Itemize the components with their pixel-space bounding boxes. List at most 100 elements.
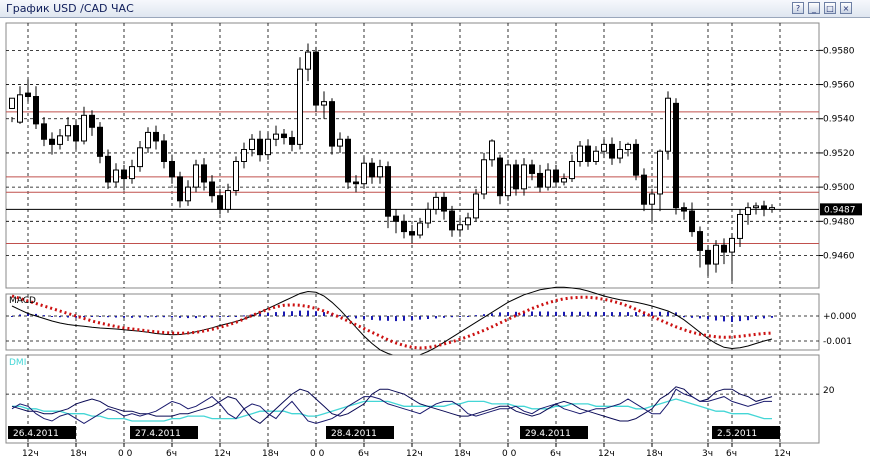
candle	[329, 98, 335, 155]
macd-bar	[363, 316, 365, 320]
macd-bar	[323, 312, 325, 316]
macd-bar	[67, 316, 69, 318]
macd-bar	[19, 314, 21, 316]
hour-tick-label: 12ч	[22, 449, 39, 459]
candle-body	[113, 169, 119, 183]
macd-bar	[771, 316, 773, 318]
candle-body	[689, 210, 695, 233]
date-label-text: 26.4.2011	[13, 429, 59, 439]
candle-body	[17, 94, 23, 123]
date-label: 2.5.2011	[712, 426, 780, 439]
window-title: График USD /CAD ЧАС	[6, 2, 134, 15]
macd-bar	[603, 312, 605, 316]
candle	[473, 188, 479, 222]
candle-body	[281, 133, 287, 139]
candle-body	[193, 164, 199, 188]
date-label-text: 29.4.2011	[525, 429, 571, 439]
hour-tick-label: 0 0	[502, 449, 517, 459]
macd-bar	[195, 316, 197, 319]
price-panel: 0.9580 0.9560 0.9540 0.9520 0.9500 0.9480 0.94…	[5, 22, 862, 289]
dmi-label: DMI	[9, 358, 26, 368]
candle-body	[609, 143, 615, 159]
price-tick-label: 0.9580	[823, 46, 855, 56]
candle-body	[257, 138, 263, 156]
candle-body	[585, 145, 591, 162]
candle-body	[353, 181, 359, 185]
candle-body	[209, 181, 215, 197]
price-axis: 0.9580 0.9560 0.9540 0.9520 0.9500 0.9480 0.94…	[819, 46, 855, 262]
price-tick-label: 0.9520	[823, 149, 855, 159]
candle-body	[297, 68, 303, 145]
macd-bar	[619, 312, 621, 316]
macd-bar	[651, 311, 653, 316]
candle	[313, 46, 319, 112]
macd-bar	[51, 316, 53, 317]
macd-bar	[211, 316, 213, 318]
candle	[345, 135, 351, 189]
candle-body	[401, 220, 407, 233]
macd-bar	[483, 314, 485, 316]
macd-bar	[411, 316, 413, 321]
candle-body	[153, 131, 159, 142]
candle-body	[417, 222, 423, 236]
candle-body	[57, 135, 63, 145]
macd-bar	[235, 316, 237, 317]
macd-bar	[499, 312, 501, 316]
candle-body	[449, 210, 455, 231]
candle-body	[161, 140, 167, 162]
hour-tick-label: 12ч	[774, 449, 791, 459]
price-tick-label: 0.9500	[823, 183, 855, 193]
macd-bar	[723, 316, 725, 322]
macd-bar	[611, 312, 613, 316]
help-button[interactable]: ?	[792, 2, 804, 14]
macd-bar	[139, 316, 141, 318]
candle-body	[409, 231, 415, 236]
macd-bar	[123, 316, 125, 318]
candle-body	[73, 125, 79, 142]
candle-body	[713, 244, 719, 265]
candle-body	[305, 51, 311, 70]
candle-body	[433, 196, 439, 210]
hour-tick-label: 12ч	[214, 449, 231, 459]
candle-body	[233, 160, 239, 192]
chart-area[interactable]: 0.9580 0.9560 0.9540 0.9520 0.9500 0.9480 0.94…	[0, 18, 870, 460]
candle-body	[737, 213, 743, 239]
macd-bar	[531, 311, 533, 316]
macd-bar	[755, 316, 757, 319]
candle-body	[769, 207, 775, 210]
macd-bar	[659, 311, 661, 316]
candle-body	[545, 169, 551, 188]
macd-bar	[627, 312, 629, 316]
candle-body	[657, 150, 663, 195]
candle-body	[553, 169, 559, 183]
current-price-marker: 0.9487	[820, 203, 862, 216]
hour-tick-label: 6ч	[550, 449, 561, 459]
macd-bar	[131, 316, 133, 318]
candle-body	[721, 244, 727, 253]
macd-bar	[699, 316, 701, 319]
macd-bar	[443, 316, 445, 318]
candle-body	[201, 164, 207, 183]
macd-bar	[283, 311, 285, 316]
candle-body	[385, 166, 391, 217]
candle-body	[705, 249, 711, 265]
candle-body	[145, 131, 151, 149]
candle-body	[697, 231, 703, 251]
macd-bar	[371, 316, 373, 320]
candle-body	[345, 138, 351, 183]
hour-tick-label: 6ч	[726, 449, 737, 459]
close-button[interactable]: ×	[840, 2, 852, 14]
current-price-label: 0.9487	[824, 205, 856, 215]
dmi-tick-20: 20	[823, 386, 835, 396]
macd-bar	[339, 315, 341, 317]
maximize-button[interactable]: □	[824, 2, 836, 14]
candle-body	[505, 164, 511, 197]
macd-bar	[163, 316, 165, 318]
macd-bar	[571, 311, 573, 316]
candle-body	[169, 160, 175, 178]
candle-body	[601, 143, 607, 152]
minimize-button[interactable]: _	[808, 2, 820, 14]
macd-bar	[147, 316, 149, 318]
date-label-text: 28.4.2011	[331, 429, 377, 439]
candle-body	[441, 196, 447, 212]
